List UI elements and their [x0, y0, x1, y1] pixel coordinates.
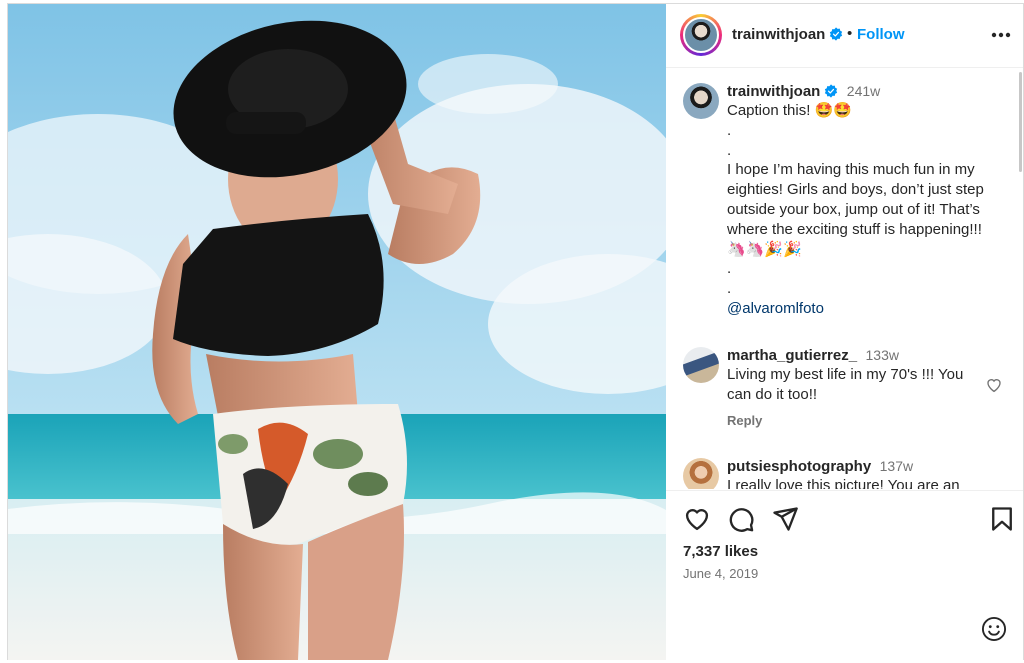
avatar[interactable] [683, 458, 719, 489]
follow-button[interactable]: Follow [857, 26, 905, 43]
comment-like-heart-icon[interactable] [985, 376, 1003, 394]
mention-link[interactable]: @alvaromlfoto [727, 299, 997, 319]
caption: trainwithjoan 241w Caption this! 🤩🤩 . . … [727, 83, 997, 319]
post-date[interactable]: June 4, 2019 [683, 566, 758, 581]
caption-time[interactable]: 241w [847, 83, 880, 99]
bookmark-icon[interactable] [988, 505, 1016, 533]
comment-time[interactable]: 133w [866, 347, 899, 363]
beach-photo-illustration [8, 4, 666, 660]
action-bar: 7,337 likes June 4, 2019 [666, 490, 1023, 660]
header-username[interactable]: trainwithjoan [732, 26, 843, 43]
heart-icon[interactable] [683, 505, 711, 533]
avatar[interactable] [683, 83, 719, 119]
comment-time[interactable]: 137w [880, 458, 913, 474]
share-icon[interactable] [771, 505, 799, 533]
verified-badge-icon [830, 27, 843, 41]
separator-dot: • [847, 25, 853, 42]
username-text[interactable]: trainwithjoan [732, 26, 825, 43]
reply-button[interactable]: Reply [727, 413, 762, 428]
scrollbar[interactable] [1019, 72, 1022, 172]
comments-list[interactable]: trainwithjoan 241w Caption this! 🤩🤩 . . … [666, 69, 1023, 489]
verified-badge-icon [825, 84, 838, 98]
comment-text: Living my best life in my 70's !!! You c… [727, 366, 964, 403]
comment-text: I really love this picture! You are an [727, 477, 960, 489]
more-options-icon[interactable] [988, 22, 1014, 48]
emoji-icon[interactable] [980, 615, 1008, 643]
avatar[interactable] [683, 17, 719, 53]
caption-username[interactable]: trainwithjoan [727, 83, 820, 100]
comment-username[interactable]: martha_gutierrez_ [727, 347, 857, 364]
post-side-panel: trainwithjoan • Follow trainwithjoan 241… [666, 4, 1023, 660]
avatar[interactable] [683, 347, 719, 383]
comment-item: martha_gutierrez_ 133w Living my best li… [727, 347, 987, 430]
story-ring[interactable] [680, 14, 722, 56]
like-count[interactable]: 7,337 likes [683, 543, 758, 560]
post-photo[interactable] [8, 4, 666, 660]
caption-text: Caption this! 🤩🤩 . . I hope I’m having t… [727, 102, 984, 298]
comment-item: putsiesphotography 137w I really love th… [727, 458, 997, 489]
comment-icon[interactable] [727, 505, 755, 533]
post-header: trainwithjoan • Follow [666, 4, 1023, 68]
comment-username[interactable]: putsiesphotography [727, 458, 871, 475]
